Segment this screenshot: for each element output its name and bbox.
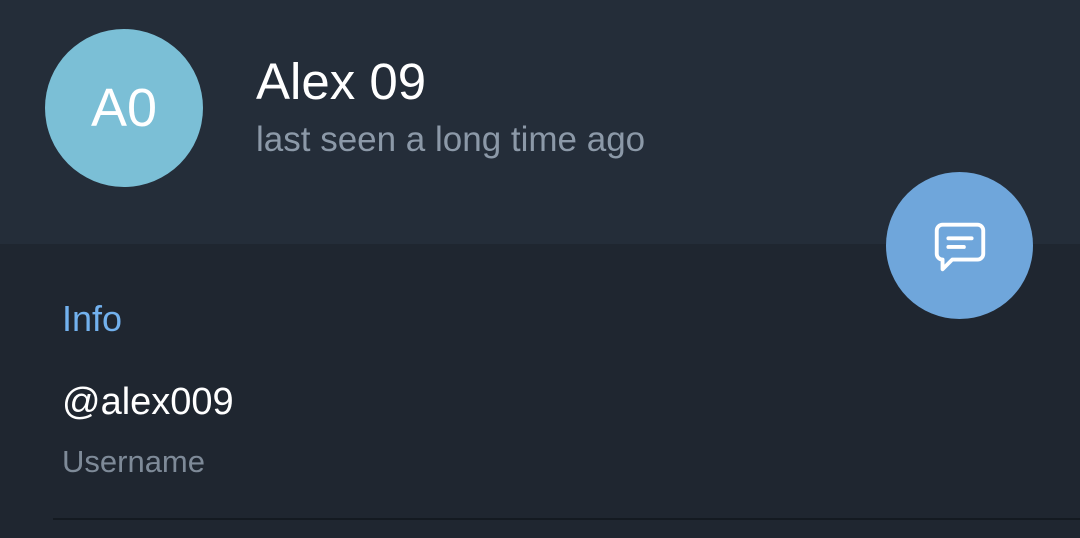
info-section-title: Info (62, 298, 123, 339)
last-seen-status: last seen a long time ago (256, 120, 646, 159)
message-icon (934, 222, 985, 271)
divider (53, 518, 1080, 520)
username-value[interactable]: @alex009 (62, 379, 234, 425)
profile-screen: A0 Alex 09 last seen a long time ago Inf… (0, 0, 1080, 538)
send-message-button[interactable] (886, 172, 1033, 319)
profile-name: Alex 09 (256, 53, 427, 110)
username-label: Username (62, 444, 205, 479)
avatar-initials: A0 (90, 78, 158, 138)
avatar[interactable]: A0 (45, 29, 203, 187)
